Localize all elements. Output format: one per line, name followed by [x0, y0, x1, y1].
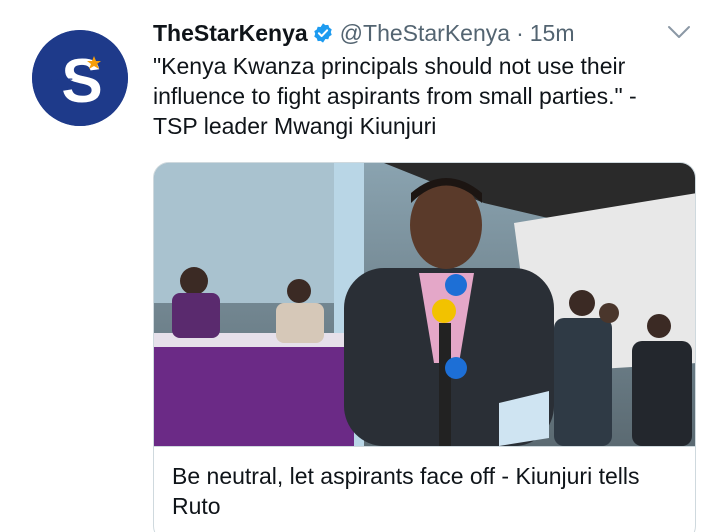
avatar-small-text: THE [51, 77, 73, 89]
avatar[interactable]: S THE [32, 30, 128, 126]
tweet-text: "Kenya Kwanza principals should not use … [153, 53, 637, 139]
thestar-logo: S THE [32, 30, 128, 126]
author-name[interactable]: TheStarKenya [153, 20, 308, 47]
link-card[interactable]: Be neutral, let aspirants face off - Kiu… [153, 162, 696, 532]
author-handle[interactable]: @TheStarKenya [340, 20, 510, 47]
separator-dot: · [516, 19, 524, 46]
tweet: TheStarKenya @TheStarKenya · 15m "Kenya … [153, 18, 698, 141]
tweet-time[interactable]: 15m [530, 20, 575, 47]
chevron-down-icon[interactable] [666, 22, 692, 42]
card-image [154, 163, 695, 446]
verified-badge-icon [313, 23, 332, 43]
tweet-header: TheStarKenya @TheStarKenya · 15m [153, 18, 698, 48]
card-title[interactable]: Be neutral, let aspirants face off - Kiu… [154, 446, 695, 521]
